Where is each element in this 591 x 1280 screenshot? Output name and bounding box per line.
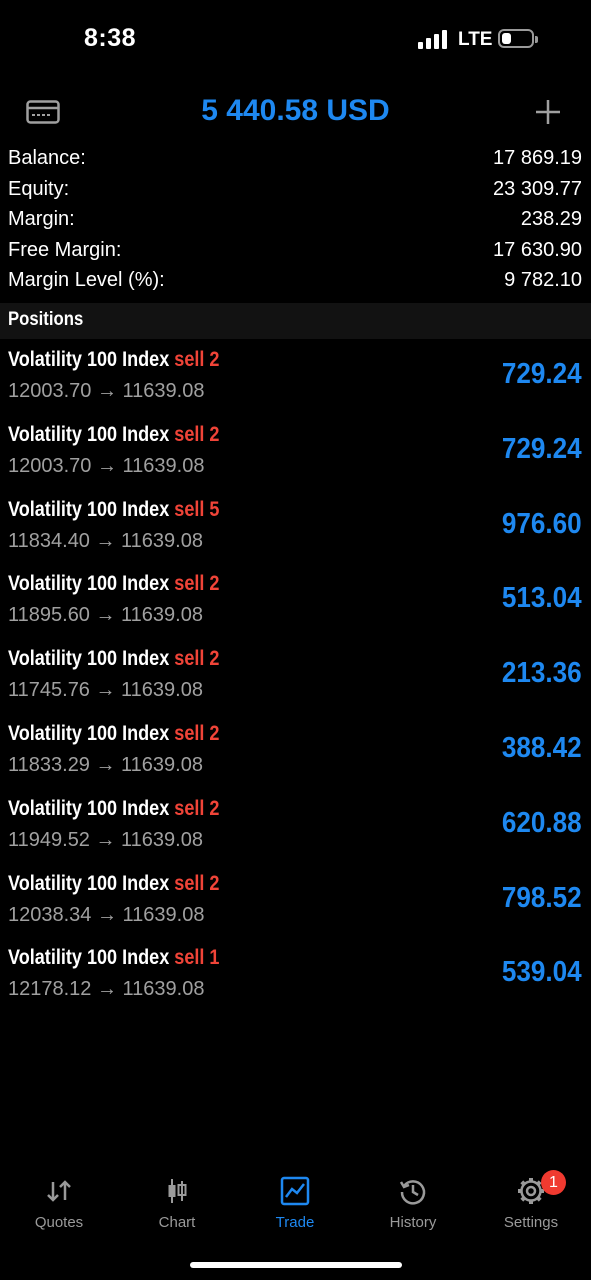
position-symbol: Volatility 100 Index xyxy=(8,647,170,671)
summary-row-free-margin: Free Margin: 17 630.90 xyxy=(0,237,591,268)
summary-label: Free Margin: xyxy=(8,238,122,261)
summary-value: 238.29 xyxy=(520,208,582,230)
tab-settings[interactable]: Settings xyxy=(472,1160,590,1240)
position-side: sell 2 xyxy=(174,422,220,446)
position-row[interactable]: Volatility 100 Index sell 2 11745.76 → 1… xyxy=(0,639,591,714)
position-title: Volatility 100 Index sell 2 xyxy=(8,572,219,596)
plus-icon[interactable] xyxy=(534,98,562,126)
position-row[interactable]: Volatility 100 Index sell 2 12038.34 → 1… xyxy=(0,864,591,939)
position-row[interactable]: Volatility 100 Index sell 5 11834.40 → 1… xyxy=(0,490,591,565)
position-prices: 12003.70 → 11639.08 xyxy=(8,380,205,402)
position-title: Volatility 100 Index sell 2 xyxy=(8,647,219,671)
position-side: sell 1 xyxy=(174,946,220,970)
tab-label: Trade xyxy=(275,1214,315,1231)
tab-label: Chart xyxy=(158,1214,196,1231)
position-prices: 12038.34 → 11639.08 xyxy=(8,903,205,926)
trade-icon xyxy=(280,1176,310,1206)
settings-notification-badge: 1 xyxy=(541,1170,566,1195)
summary-row-margin-level: Margin Level (%): 9 782.10 xyxy=(0,267,591,298)
position-side: sell 2 xyxy=(174,871,220,895)
position-side: sell 2 xyxy=(174,572,220,596)
tab-label: Quotes xyxy=(34,1214,84,1231)
positions-section-header: Positions xyxy=(0,303,591,339)
battery-icon xyxy=(498,29,538,48)
summary-label: Margin Level (%): xyxy=(8,269,165,291)
quotes-icon xyxy=(47,1180,71,1202)
position-profit: 729.24 xyxy=(502,358,582,390)
summary-row-balance: Balance: 17 869.19 xyxy=(0,145,591,176)
position-symbol: Volatility 100 Index xyxy=(8,871,170,895)
position-title: Volatility 100 Index sell 1 xyxy=(8,946,219,970)
position-symbol: Volatility 100 Index xyxy=(8,721,170,745)
tab-trade[interactable]: Trade xyxy=(236,1160,354,1240)
summary-value: 23 309.77 xyxy=(493,177,582,200)
position-profit: 620.88 xyxy=(502,806,582,839)
position-title: Volatility 100 Index sell 2 xyxy=(8,797,219,821)
position-row[interactable]: Volatility 100 Index sell 2 11949.52 → 1… xyxy=(0,789,591,864)
history-icon xyxy=(399,1180,426,1205)
tab-label: Settings xyxy=(503,1214,559,1231)
position-profit: 213.36 xyxy=(502,657,582,690)
position-profit: 388.42 xyxy=(502,731,582,764)
account-summary: Balance: 17 869.19 Equity: 23 309.77 Mar… xyxy=(0,145,591,298)
chart-icon xyxy=(168,1179,187,1203)
summary-row-equity: Equity: 23 309.77 xyxy=(0,176,591,207)
home-indicator[interactable] xyxy=(190,1262,402,1268)
position-profit: 513.04 xyxy=(502,582,582,615)
summary-label: Equity: xyxy=(8,177,70,200)
position-prices: 12178.12 → 11639.08 xyxy=(8,978,205,1001)
position-symbol: Volatility 100 Index xyxy=(8,946,170,970)
tab-bar: Quotes Chart Trade History Settings xyxy=(0,1160,591,1250)
status-bar: 8:38 LTE xyxy=(0,0,591,80)
summary-value: 17 869.19 xyxy=(493,147,582,169)
summary-row-margin: Margin: 238.29 xyxy=(0,206,591,237)
position-title: Volatility 100 Index sell 2 xyxy=(8,348,219,372)
position-profit: 539.04 xyxy=(502,956,582,989)
position-profit: 976.60 xyxy=(502,507,582,540)
position-row[interactable]: Volatility 100 Index sell 1 12178.12 → 1… xyxy=(0,938,591,1013)
position-row[interactable]: Volatility 100 Index sell 2 12003.70 → 1… xyxy=(0,340,591,415)
position-title: Volatility 100 Index sell 2 xyxy=(8,722,219,746)
network-type: LTE xyxy=(458,29,493,50)
tab-quotes[interactable]: Quotes xyxy=(0,1160,118,1240)
summary-value: 17 630.90 xyxy=(493,238,582,261)
position-symbol: Volatility 100 Index xyxy=(8,572,170,596)
tab-history[interactable]: History xyxy=(354,1160,472,1240)
position-side: sell 5 xyxy=(174,497,220,521)
summary-label: Balance: xyxy=(8,147,86,169)
position-side: sell 2 xyxy=(174,348,220,371)
position-prices: 11834.40 → 11639.08 xyxy=(8,529,203,552)
position-prices: 11745.76 → 11639.08 xyxy=(8,679,203,702)
position-side: sell 2 xyxy=(174,796,220,820)
position-side: sell 2 xyxy=(174,721,220,745)
position-symbol: Volatility 100 Index xyxy=(8,422,170,446)
cellular-signal-icon xyxy=(418,30,448,49)
tab-chart[interactable]: Chart xyxy=(118,1160,236,1240)
position-symbol: Volatility 100 Index xyxy=(8,796,170,820)
position-prices: 11895.60 → 11639.08 xyxy=(8,604,203,627)
header: 5 440.58 USD xyxy=(0,80,591,144)
account-balance-title[interactable]: 5 440.58 USD xyxy=(0,94,591,128)
position-profit: 729.24 xyxy=(502,432,582,465)
position-title: Volatility 100 Index sell 2 xyxy=(8,872,219,896)
position-row[interactable]: Volatility 100 Index sell 2 11833.29 → 1… xyxy=(0,714,591,789)
position-prices: 11833.29 → 11639.08 xyxy=(8,753,203,776)
summary-value: 9 782.10 xyxy=(504,269,582,291)
summary-label: Margin: xyxy=(8,208,75,230)
position-prices: 12003.70 → 11639.08 xyxy=(8,454,205,477)
position-row[interactable]: Volatility 100 Index sell 2 12003.70 → 1… xyxy=(0,415,591,490)
status-time: 8:38 xyxy=(84,24,137,52)
position-profit: 798.52 xyxy=(502,881,582,914)
position-side: sell 2 xyxy=(174,647,220,671)
position-symbol: Volatility 100 Index xyxy=(8,497,170,521)
positions-heading: Positions xyxy=(8,309,84,330)
position-prices: 11949.52 → 11639.08 xyxy=(8,828,203,851)
position-symbol: Volatility 100 Index xyxy=(8,348,170,371)
position-title: Volatility 100 Index sell 2 xyxy=(8,423,219,447)
positions-list: Volatility 100 Index sell 2 12003.70 → 1… xyxy=(0,340,591,1013)
position-title: Volatility 100 Index sell 5 xyxy=(8,498,219,522)
position-row[interactable]: Volatility 100 Index sell 2 11895.60 → 1… xyxy=(0,564,591,639)
tab-label: History xyxy=(389,1214,437,1231)
screen: 8:38 LTE 5 440.58 USD Balance: 17 869.19… xyxy=(0,0,591,1280)
